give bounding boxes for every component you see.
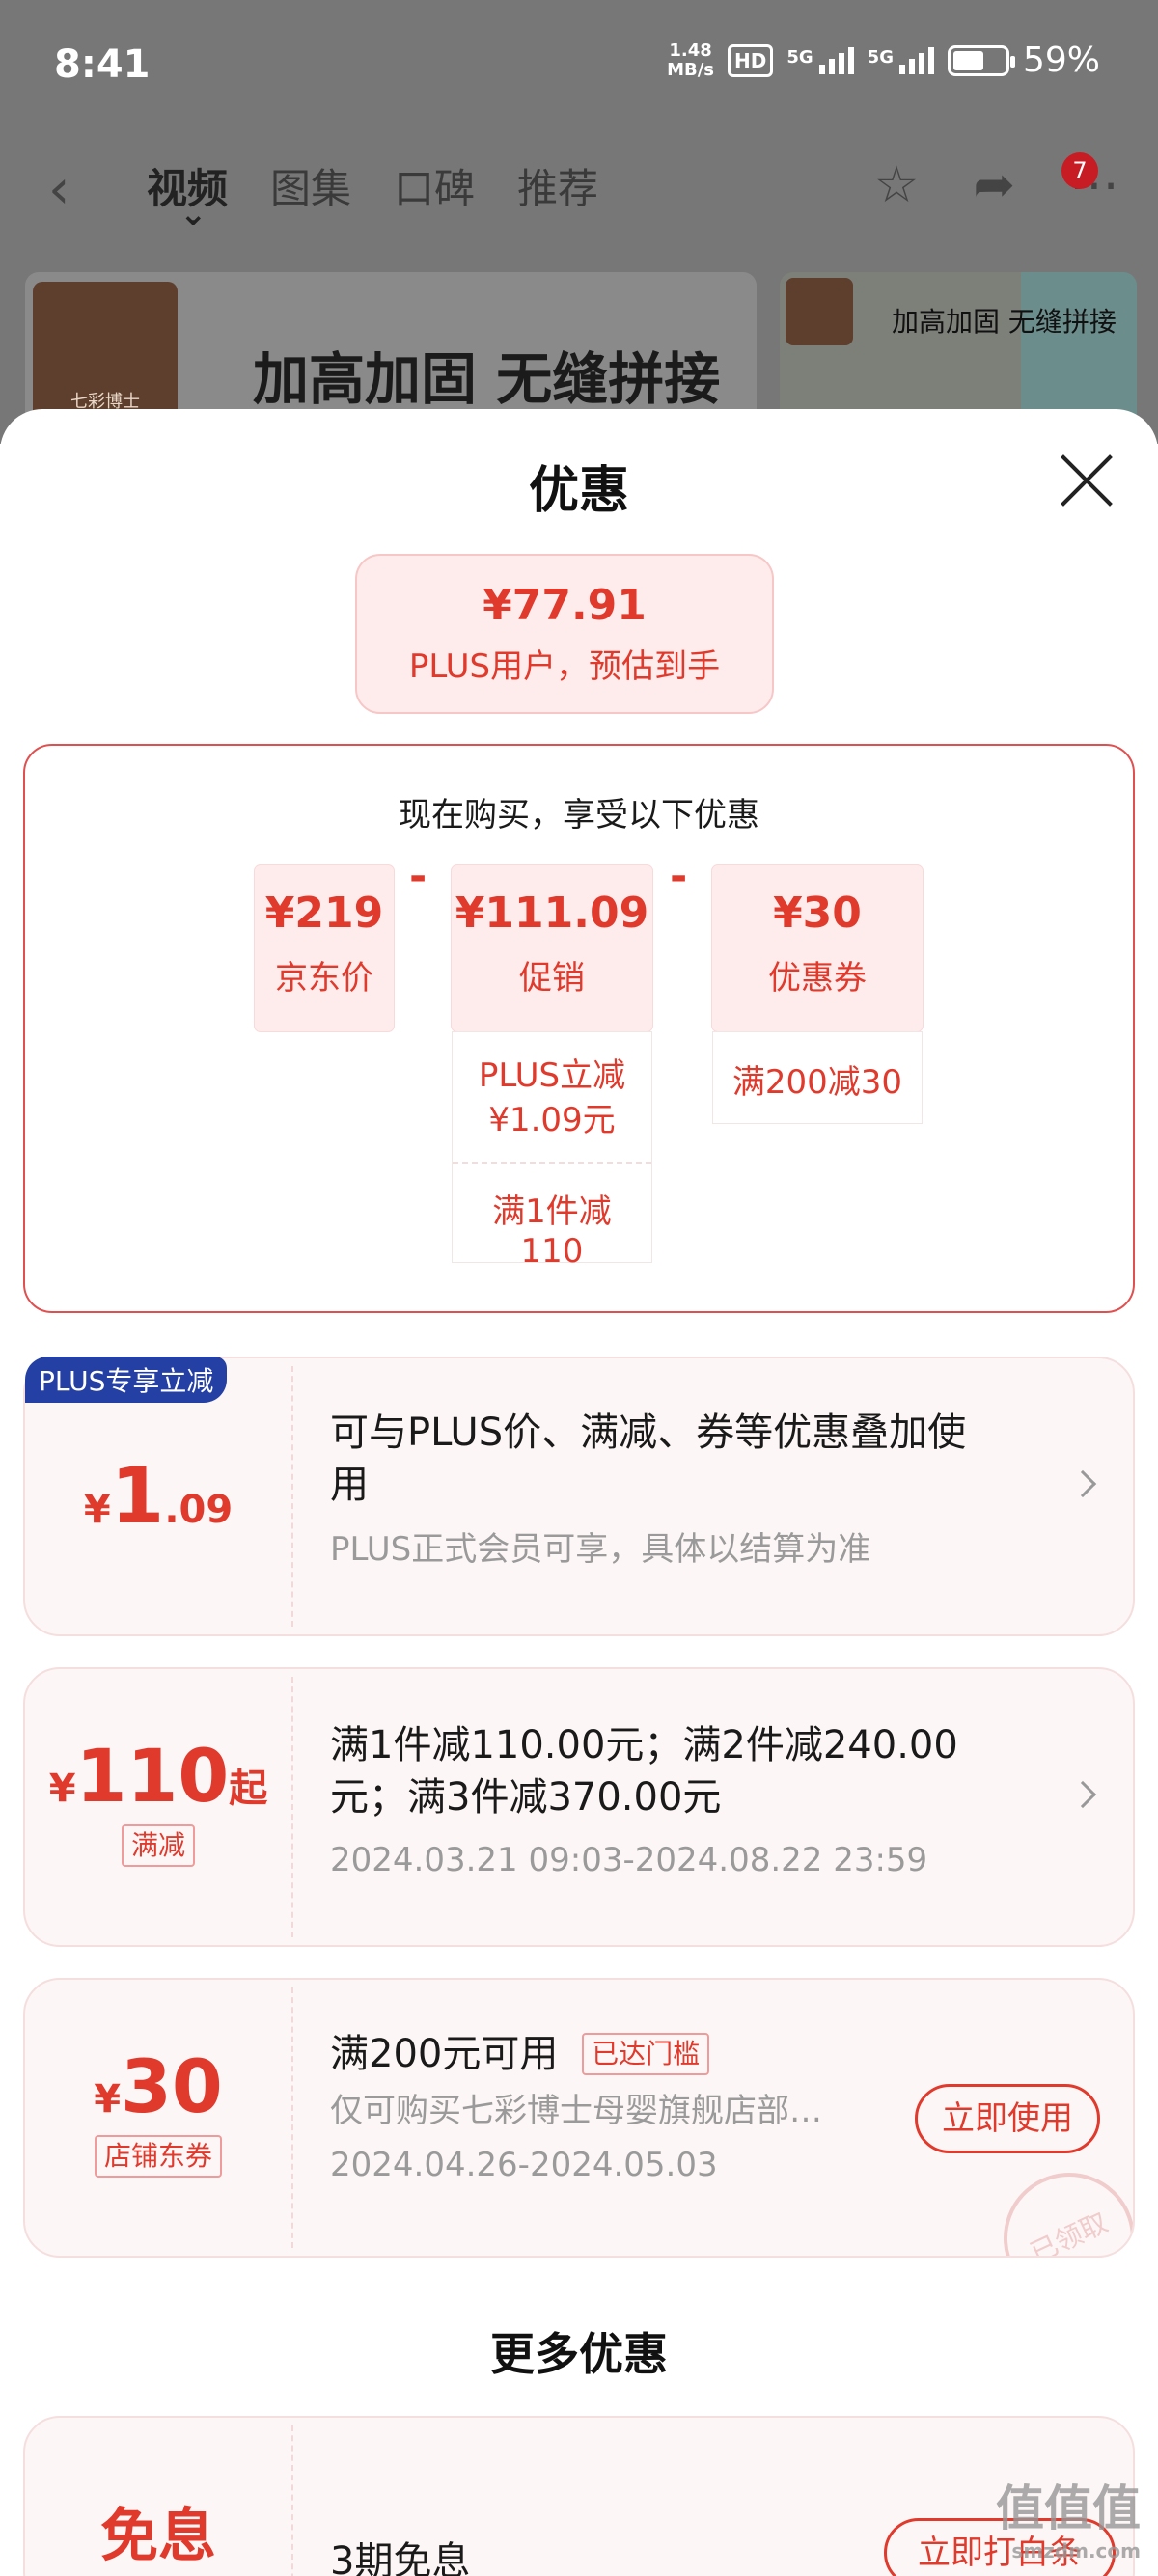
hd-voice-icon: HD <box>728 43 774 77</box>
close-icon[interactable] <box>1058 452 1116 509</box>
tab-gallery[interactable]: 图集 <box>270 156 351 215</box>
plus-card-content: 可与PLUS价、满减、券等优惠叠加使用 PLUS正式会员可享，具体以结算为准 <box>330 1407 996 1573</box>
plus-card-note: PLUS正式会员可享，具体以结算为准 <box>330 1530 871 1569</box>
nav-actions: ☆ ➦ ⋯ 7 <box>874 152 1119 214</box>
coupon-dates: 2024.04.26-2024.05.03 <box>330 2146 718 2184</box>
installment-left: 免息 <box>100 2503 216 2570</box>
nav-tabs: 视频 图集 口碑 推荐 <box>147 156 598 233</box>
network-speed: 1.48 MB/s <box>667 40 715 80</box>
notification-badge: 7 <box>1062 152 1098 189</box>
more-icon[interactable]: ⋯ 7 <box>1062 152 1119 214</box>
estimated-price: ¥77.91 <box>482 581 647 630</box>
coupon-details: 满200减30 <box>712 1031 923 1124</box>
estimated-price-label: PLUS用户，预估到手 <box>408 647 721 686</box>
claimed-stamp: 已领取 <box>981 2151 1133 2256</box>
chevron-right-icon <box>1068 1780 1097 1809</box>
coupon-label: 优惠券 <box>768 959 867 998</box>
banner-slogan: 加高加固 无缝拼接 <box>253 346 721 412</box>
coupon-card-content: 满200元可用 已达门槛 仅可购买七彩博士母婴旗舰店部… 2024.04.26-… <box>330 2028 996 2188</box>
tab-reviews[interactable]: 口碑 <box>394 156 475 215</box>
plus-discount-detail: PLUS立减 ¥1.09元 <box>478 1056 626 1139</box>
status-icons: 1.48 MB/s HD 5G 5G 59% <box>667 41 1100 80</box>
watermark: 值值值 smzdm.com <box>996 2480 1141 2562</box>
banner-side-slogan: 加高加固 无缝拼接 <box>892 306 1117 338</box>
signal-icon-2: 5G <box>868 46 934 74</box>
minus-sign-2: - <box>670 852 688 901</box>
jd-price-value: ¥219 <box>264 889 384 938</box>
price-breakdown: 现在购买，享受以下优惠 ¥219 京东价 - ¥111.09 促销 PLUS立减… <box>23 744 1135 1313</box>
jd-price-label: 京东价 <box>275 959 373 998</box>
promo-value: ¥111.09 <box>455 889 649 938</box>
store-coupon-tag: 店铺东券 <box>94 2135 222 2178</box>
plus-discount-card[interactable]: PLUS专享立减 ¥1.09 可与PLUS价、满减、券等优惠叠加使用 PLUS正… <box>23 1357 1135 1636</box>
reduction-amount: ¥110起 满减 <box>25 1669 291 1945</box>
coupon-box: ¥30 优惠券 <box>712 865 923 1031</box>
reduction-dates: 2024.03.21 09:03-2024.08.22 23:59 <box>330 1841 928 1879</box>
battery-icon <box>947 44 1015 76</box>
minus-sign: - <box>409 852 427 901</box>
coupon-detail: 满200减30 <box>731 1063 903 1102</box>
signal-icon: 5G <box>786 46 854 74</box>
full-reduction-detail: 满1件减110 <box>492 1192 612 1271</box>
reduction-tag: 满减 <box>121 1824 195 1867</box>
tab-video[interactable]: 视频 <box>147 156 228 233</box>
promo-details: PLUS立减 ¥1.09元 满1件减110 <box>452 1031 652 1271</box>
full-reduction-card[interactable]: ¥110起 满减 满1件减110.00元；满2件减240.00元；满3件减370… <box>23 1667 1135 1947</box>
discount-sheet: 优惠 ¥77.91 PLUS用户，预估到手 现在购买，享受以下优惠 ¥219 京… <box>0 409 1158 2576</box>
brand-logo-small <box>786 278 853 345</box>
use-now-button[interactable]: 立即使用 <box>915 2084 1100 2153</box>
promo-box: ¥111.09 促销 <box>452 865 652 1031</box>
battery-percent: 59% <box>1022 41 1100 80</box>
brand-logo: 七彩博士 <box>33 282 178 426</box>
reduction-card-content: 满1件减110.00元；满2件减240.00元；满3件减370.00元 2024… <box>330 1719 996 1883</box>
promo-label: 促销 <box>519 959 585 998</box>
plus-card-title: 可与PLUS价、满减、券等优惠叠加使用 <box>330 1411 967 1507</box>
more-discounts-title: 更多优惠 <box>490 2328 668 2380</box>
reduction-rules: 满1件减110.00元；满2件减240.00元；满3件减370.00元 <box>330 1723 958 1820</box>
status-time: 8:41 <box>54 42 151 87</box>
threshold-reached-tag: 已达门槛 <box>582 2033 710 2075</box>
share-icon[interactable]: ➦ <box>973 156 1015 214</box>
estimated-price-box: ¥77.91 PLUS用户，预估到手 <box>355 554 774 714</box>
installment-card: 免息 3期免息 立即打白条 <box>23 2416 1135 2576</box>
status-bar: 8:41 1.48 MB/s HD 5G 5G 59% <box>0 0 1158 135</box>
breakdown-title: 现在购买，享受以下优惠 <box>399 796 759 835</box>
coupon-scope: 仅可购买七彩博士母婴旗舰店部… <box>330 2092 822 2130</box>
store-coupon-card: ¥30 店铺东券 满200元可用 已达门槛 仅可购买七彩博士母婴旗舰店部… 20… <box>23 1978 1135 2258</box>
product-navbar: ‹ 视频 图集 口碑 推荐 ☆ ➦ ⋯7 <box>0 145 1158 233</box>
star-icon[interactable]: ☆ <box>874 156 920 214</box>
jd-price-box: ¥219 京东价 <box>255 865 394 1031</box>
coupon-amount: ¥30 店铺东券 <box>25 1980 291 2256</box>
background-page: 8:41 1.48MB/s HD 5G 5G 59% ‹ 视频 图集 口碑 推荐… <box>0 0 1158 446</box>
chevron-right-icon <box>1068 1469 1097 1498</box>
coupon-threshold: 满200元可用 <box>330 2032 559 2076</box>
tab-recommend[interactable]: 推荐 <box>517 156 598 215</box>
back-icon[interactable]: ‹ <box>48 158 69 221</box>
sheet-title: 优惠 <box>528 462 629 520</box>
coupon-value: ¥30 <box>773 889 862 938</box>
plus-amount: ¥1.09 <box>83 1451 234 1541</box>
